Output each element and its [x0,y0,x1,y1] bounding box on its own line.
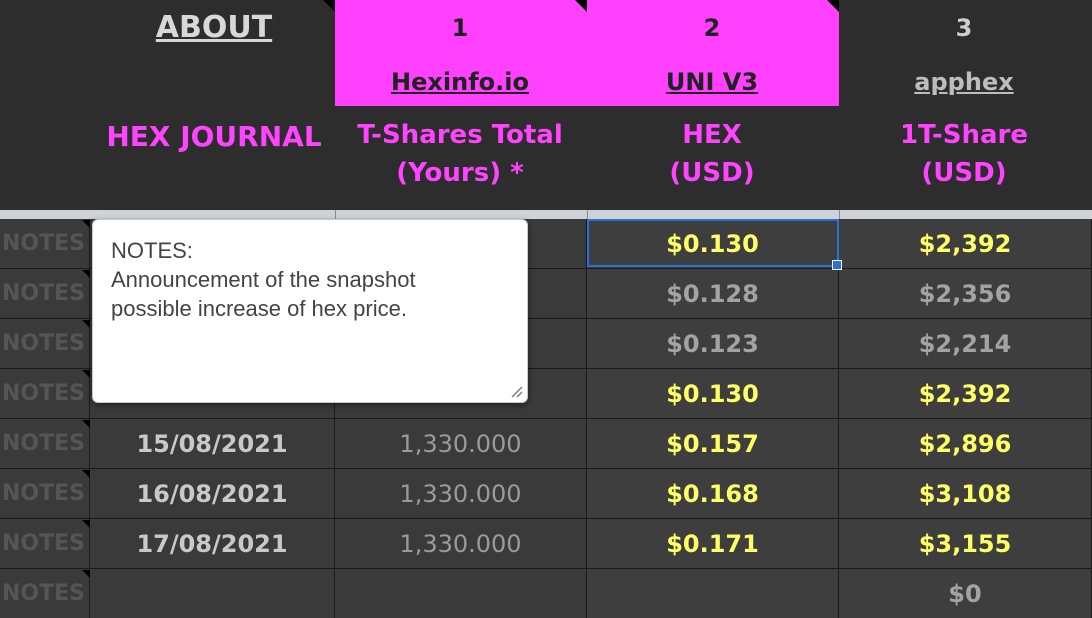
tshare-price-cell[interactable]: $2,214 [839,319,1092,369]
notes-cell[interactable]: NOTES [0,569,90,618]
column-title-line2: (Yours) * [396,158,524,188]
active-cell-selection[interactable] [587,219,839,267]
hex-price-cell[interactable]: $0.130 [587,369,839,419]
tshare-price-cell[interactable]: $3,108 [839,469,1092,519]
note-popup[interactable]: NOTES: Announcement of the snapshot poss… [92,219,528,403]
column-number-1: 1 [451,14,469,42]
notes-cell[interactable]: NOTES [0,319,90,369]
column-number-3: 3 [955,14,973,42]
note-text-line: possible increase of hex price. [111,296,407,321]
note-text-line: Announcement of the snapshot [111,267,416,292]
about-link[interactable]: ABOUT [90,10,338,45]
column-title-tshare-price: 1T-Share (USD) [839,116,1089,192]
column-title-line1: T-Shares Total [357,120,563,150]
hex-price-cell[interactable]: $0.157 [587,419,839,469]
tshare-price-cell[interactable]: $2,896 [839,419,1092,469]
notes-cell[interactable]: NOTES [0,369,90,419]
date-cell[interactable] [90,569,335,618]
tshares-cell[interactable]: 1,330.000 [335,469,587,519]
notes-cell[interactable]: NOTES [0,469,90,519]
resize-handle-icon[interactable] [509,384,523,398]
hex-price-cell[interactable] [587,569,839,618]
notes-cell[interactable]: NOTES [0,219,90,269]
table-row: NOTES 15/08/2021 1,330.000 $0.157 $2,896 [0,419,1092,469]
comment-indicator-icon [827,0,839,12]
column-title-line2: (USD) [669,158,755,188]
tshares-cell[interactable] [335,569,587,618]
column-number-2: 2 [703,14,721,42]
tshare-price-cell[interactable]: $2,392 [839,369,1092,419]
note-heading: NOTES: [111,238,193,263]
column-title-tshares: T-Shares Total (Yours) * [335,116,585,192]
table-row: NOTES 17/08/2021 1,330.000 $0.171 $3,155 [0,519,1092,569]
source-link-hexinfo[interactable]: Hexinfo.io [335,68,585,96]
tshares-cell[interactable]: 1,330.000 [335,519,587,569]
tshare-price-cell[interactable]: $2,392 [839,219,1092,269]
tshare-price-cell[interactable]: $2,356 [839,269,1092,319]
source-link-apphex[interactable]: apphex [839,68,1089,96]
journal-title: HEX JOURNAL [106,120,322,153]
source-link-univ3[interactable]: UNI V3 [587,68,837,96]
date-cell[interactable]: 16/08/2021 [90,469,335,519]
table-row: NOTES $0 [0,569,1092,618]
tshare-price-cell[interactable]: $0 [839,569,1092,618]
notes-cell[interactable]: NOTES [0,419,90,469]
frozen-row-divider[interactable] [0,210,1092,219]
hex-price-cell[interactable]: $0.168 [587,469,839,519]
hex-price-cell[interactable]: $0.171 [587,519,839,569]
date-cell[interactable]: 17/08/2021 [90,519,335,569]
table-row: NOTES 16/08/2021 1,330.000 $0.168 $3,108 [0,469,1092,519]
column-title-line1: 1T-Share [899,120,1029,150]
column-title-line2: (USD) [921,158,1007,188]
tshares-cell[interactable]: 1,330.000 [335,419,587,469]
spreadsheet: ABOUT 1 2 3 Hexinfo.io UNI V3 apphex HEX… [0,0,1092,618]
column-title-hex: HEX (USD) [587,116,837,192]
column-title-line1: HEX [682,120,742,150]
hex-price-cell[interactable]: $0.128 [587,269,839,319]
date-cell[interactable]: 15/08/2021 [90,419,335,469]
fill-handle[interactable] [832,260,842,270]
notes-cell[interactable]: NOTES [0,519,90,569]
tshare-price-cell[interactable]: $3,155 [839,519,1092,569]
hex-price-cell[interactable]: $0.123 [587,319,839,369]
notes-cell[interactable]: NOTES [0,269,90,319]
comment-indicator-icon [575,0,587,12]
